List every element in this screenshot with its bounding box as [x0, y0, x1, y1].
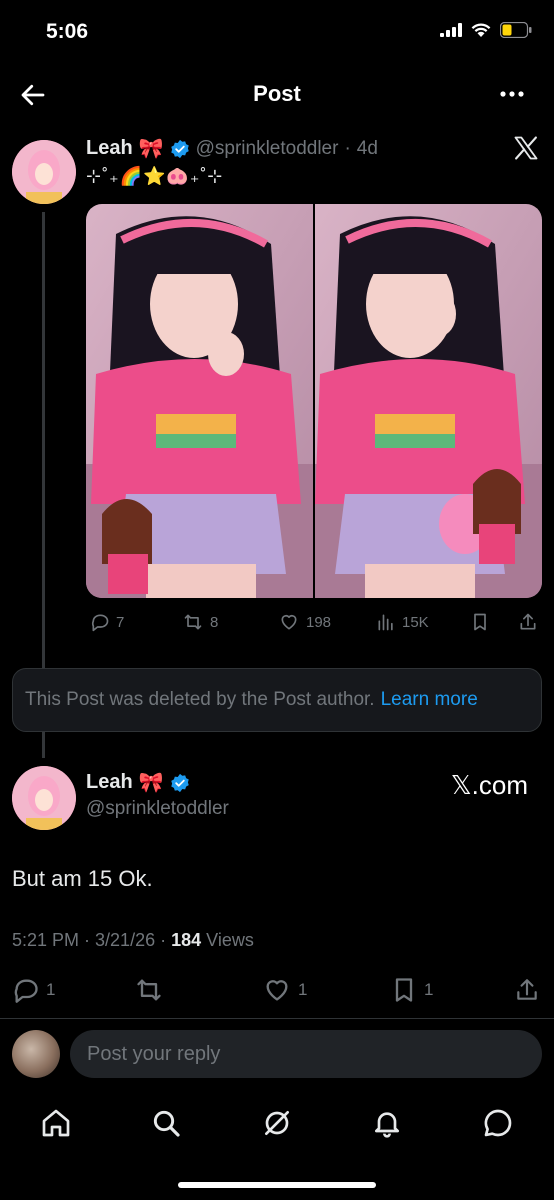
- wifi-icon: [471, 22, 491, 37]
- more-button[interactable]: [498, 84, 526, 104]
- x-logo-icon: [512, 134, 540, 162]
- notifications-icon: [375, 1112, 399, 1138]
- media-photo-2[interactable]: [313, 204, 542, 598]
- repost-button[interactable]: [134, 976, 170, 1004]
- bottom-nav: [0, 1098, 554, 1148]
- battery-icon: [500, 22, 532, 38]
- deleted-notice-text: This Post was deleted by the Post author…: [25, 689, 375, 710]
- share-button[interactable]: [514, 976, 540, 1004]
- bookmark-icon: [395, 978, 413, 1002]
- post-timestamp[interactable]: 5:21 PM · 3/21/26 ·: [12, 930, 166, 950]
- photo-image: [86, 204, 313, 598]
- reply-input[interactable]: [70, 1030, 542, 1078]
- bookmark-icon: [474, 613, 486, 631]
- share-button[interactable]: [518, 612, 538, 632]
- author-emoji: 🎀: [138, 772, 164, 794]
- reply-button[interactable]: 7: [90, 612, 124, 632]
- status-time: 5:06: [46, 20, 89, 43]
- divider: [0, 1018, 554, 1019]
- like-count: 1: [298, 980, 308, 999]
- thread-line: [42, 212, 45, 668]
- views-label: Views: [206, 930, 254, 950]
- home-icon: [42, 1109, 70, 1137]
- post-actions: 7 8 198 15K: [86, 608, 542, 638]
- deleted-post-notice: This Post was deleted by the Post author…: [12, 668, 542, 732]
- home-indicator[interactable]: [178, 1182, 376, 1188]
- author-name[interactable]: Leah: [86, 137, 133, 160]
- like-count: 198: [306, 613, 332, 631]
- search-icon: [153, 1110, 180, 1137]
- separator-dot: ·: [344, 137, 351, 159]
- views-chart-icon: [378, 614, 393, 631]
- post-media[interactable]: [86, 204, 542, 598]
- author-row: Leah 🎀 @sprinkletoddler · 4d: [86, 136, 378, 161]
- nav-notifications[interactable]: [362, 1098, 412, 1148]
- page-title: Post: [253, 81, 301, 106]
- source-label: 𝕏.com: [450, 770, 528, 800]
- nav-home[interactable]: [31, 1098, 81, 1148]
- views-count: 184: [171, 930, 202, 950]
- bookmark-button[interactable]: [470, 612, 490, 632]
- repost-count: 8: [210, 613, 219, 631]
- reply-button[interactable]: 1: [12, 976, 55, 1004]
- nav-messages[interactable]: [473, 1098, 523, 1148]
- signal-icon: [440, 23, 462, 37]
- reply-icon: [91, 614, 109, 632]
- views-button[interactable]: 15K: [376, 612, 429, 632]
- post-text: But am 15 Ok.: [12, 866, 153, 891]
- author-handle[interactable]: @sprinkletoddler: [86, 798, 229, 820]
- post-age[interactable]: 4d: [357, 138, 378, 160]
- repost-button[interactable]: 8: [182, 612, 218, 632]
- media-photo-1[interactable]: [86, 204, 313, 598]
- views-count: 15K: [402, 613, 429, 631]
- heart-icon: [266, 980, 288, 1001]
- verified-badge-icon[interactable]: [170, 773, 190, 793]
- like-button[interactable]: 198: [278, 612, 331, 632]
- author-emoji: 🎀: [138, 138, 164, 160]
- my-avatar[interactable]: [12, 1030, 60, 1078]
- thread-line: [42, 732, 45, 758]
- avatar-image: [12, 766, 76, 830]
- avatar[interactable]: [12, 140, 76, 204]
- reply-count: 7: [116, 613, 125, 631]
- nav-search[interactable]: [141, 1098, 191, 1148]
- author-row: Leah 🎀: [86, 770, 190, 795]
- grok-icon: [265, 1111, 289, 1135]
- like-button[interactable]: 1: [262, 976, 307, 1004]
- author-handle[interactable]: @sprinkletoddler: [196, 138, 339, 160]
- bookmark-count: 1: [424, 980, 434, 999]
- author-name[interactable]: Leah: [86, 771, 133, 794]
- avatar-image: [12, 140, 76, 204]
- repost-icon: [184, 614, 202, 630]
- share-icon: [517, 979, 537, 1000]
- share-icon: [520, 613, 536, 630]
- heart-icon: [281, 614, 297, 630]
- photo-image: [315, 204, 542, 598]
- reply-icon: [14, 979, 38, 1003]
- post-meta: 5:21 PM · 3/21/26 · 184 Views: [12, 930, 254, 951]
- learn-more-link[interactable]: Learn more: [381, 689, 478, 711]
- bookmark-button[interactable]: 1: [390, 976, 433, 1004]
- messages-icon: [484, 1109, 512, 1137]
- nav-grok[interactable]: [252, 1098, 302, 1148]
- avatar[interactable]: [12, 766, 76, 830]
- post-actions: 1 1 1: [0, 972, 554, 1008]
- more-horizontal-icon: [500, 91, 524, 97]
- verified-badge-icon[interactable]: [170, 139, 190, 159]
- post-text: ⊹˚₊🌈⭐🐽₊˚⊹: [86, 166, 224, 186]
- reply-count: 1: [46, 980, 56, 999]
- status-icons: [440, 22, 532, 38]
- repost-icon: [137, 979, 161, 1001]
